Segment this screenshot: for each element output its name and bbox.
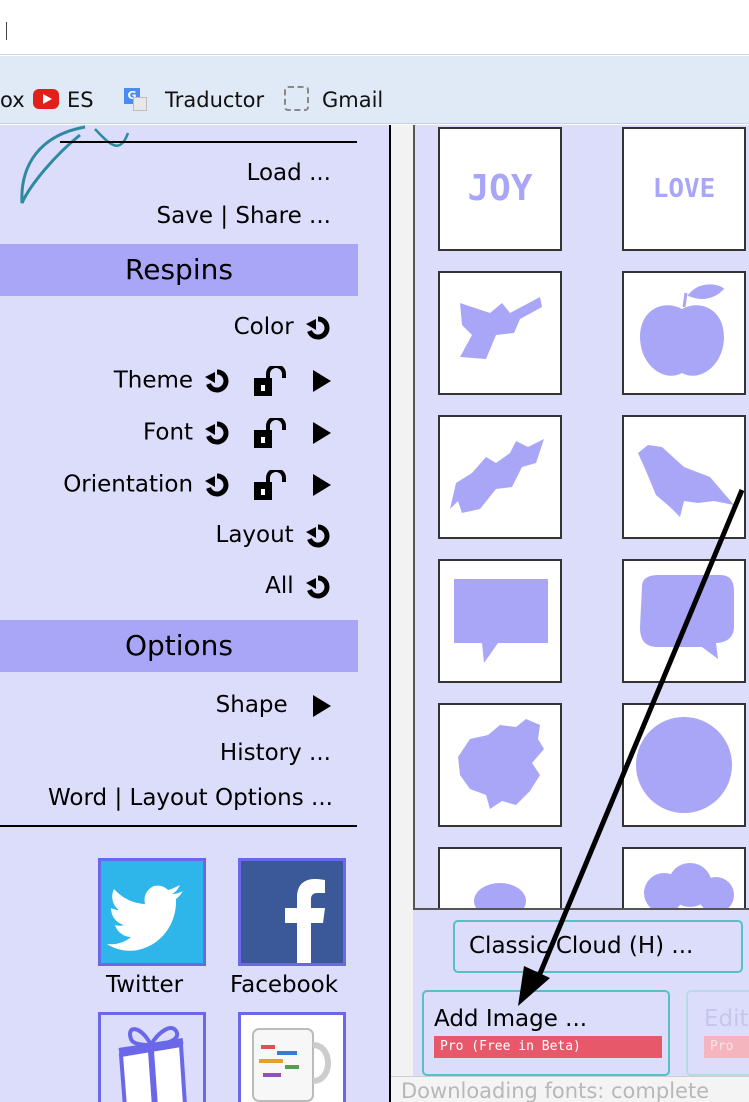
circle-shape-icon <box>636 717 732 813</box>
shapes-gallery: JOY LOVE <box>413 125 749 910</box>
text-cursor <box>6 22 7 40</box>
cloud-shape-icon <box>644 863 734 908</box>
facebook-button[interactable] <box>238 858 346 966</box>
shape-tile-love[interactable]: LOVE <box>622 127 746 251</box>
respin-font-label: Font <box>142 419 194 446</box>
mug-icon <box>252 1028 331 1102</box>
mug-button[interactable] <box>238 1012 346 1102</box>
google-translate-icon[interactable]: G <box>124 88 148 112</box>
respins-header: Respins <box>0 244 358 296</box>
shape-tile-bat[interactable] <box>438 415 562 539</box>
respin-icon[interactable] <box>305 523 331 549</box>
respin-orientation[interactable]: Orientation <box>63 470 331 500</box>
shape-tile-china-map[interactable] <box>438 703 562 827</box>
shape-tile-angel[interactable] <box>438 271 562 395</box>
respin-font[interactable]: Font <box>143 418 331 448</box>
shape-tile-cloud-small[interactable] <box>438 847 562 908</box>
shape-tile-thought-bubble[interactable] <box>622 559 746 683</box>
shape-option-label: Shape <box>215 692 288 718</box>
shape-tile-apple[interactable] <box>622 271 746 395</box>
twitter-label: Twitter <box>106 972 184 998</box>
shape-love-text: LOVE <box>652 174 716 204</box>
shape-tile-cloud[interactable] <box>622 847 746 908</box>
shape-tile-joy[interactable]: JOY <box>438 127 562 251</box>
facebook-f-icon <box>285 879 325 963</box>
respin-icon[interactable] <box>305 315 331 341</box>
shape-joy-text: JOY <box>467 168 533 209</box>
logo-swash <box>20 125 130 204</box>
respin-icon[interactable] <box>204 472 230 498</box>
respin-theme-label: Theme <box>113 367 194 394</box>
respin-all[interactable]: All <box>265 573 331 600</box>
respin-icon[interactable] <box>204 420 230 446</box>
shape-option[interactable]: Shape <box>216 692 331 718</box>
load-link[interactable]: Load ... <box>247 160 331 186</box>
bookmark-partial[interactable]: ox <box>0 88 25 112</box>
expand-arrow-icon[interactable] <box>313 694 331 717</box>
classic-cloud-button[interactable]: Classic Cloud (H) ... <box>453 920 743 973</box>
shape-tile-speech-bubble[interactable] <box>438 559 562 683</box>
dashed-placeholder-icon[interactable] <box>284 86 309 111</box>
bird-shape-icon <box>638 445 734 517</box>
respin-color-label: Color <box>233 314 294 340</box>
address-bar[interactable] <box>0 0 749 55</box>
shape-tile-bird[interactable] <box>622 415 746 539</box>
word-layout-options-link[interactable]: Word | Layout Options ... <box>48 785 333 811</box>
expand-arrow-icon[interactable] <box>313 370 331 392</box>
edit-label: Edit <box>704 1006 749 1032</box>
angel-shape-icon <box>460 297 542 359</box>
respin-color[interactable]: Color <box>234 314 331 341</box>
status-bar: Downloading fonts: complete <box>391 1076 749 1102</box>
pro-badge: Pro (Free in Beta) <box>434 1036 662 1058</box>
bookmark-traductor[interactable]: Traductor <box>165 88 264 112</box>
unlock-icon[interactable] <box>253 366 288 396</box>
twitter-bird-icon <box>107 885 183 951</box>
bat-shape-icon <box>450 439 544 513</box>
respin-layout-label: Layout <box>215 522 294 548</box>
add-image-button[interactable]: Add Image ... Pro (Free in Beta) <box>422 990 670 1076</box>
facebook-label: Facebook <box>230 972 339 998</box>
respin-icon[interactable] <box>204 368 230 394</box>
rounded-bubble-icon <box>640 575 734 659</box>
respin-theme[interactable]: Theme <box>114 366 331 396</box>
history-link[interactable]: History ... <box>220 740 331 766</box>
speech-bubble-icon <box>454 579 548 663</box>
expand-arrow-icon[interactable] <box>313 474 331 496</box>
edit-pro-badge: Pro <box>704 1036 749 1058</box>
bottom-divider <box>0 825 357 827</box>
youtube-icon[interactable] <box>33 89 59 109</box>
options-header: Options <box>0 620 358 672</box>
respin-orientation-label: Orientation <box>63 471 194 498</box>
gift-box-icon <box>118 1026 187 1102</box>
china-map-icon <box>458 719 544 809</box>
top-divider <box>60 141 357 143</box>
unlock-icon[interactable] <box>253 470 288 500</box>
edit-button[interactable]: Edit Pro <box>686 990 749 1076</box>
shape-tile-circle[interactable] <box>622 703 746 827</box>
expand-arrow-icon[interactable] <box>313 422 331 444</box>
respin-all-label: All <box>265 573 294 599</box>
respin-layout[interactable]: Layout <box>216 522 332 549</box>
bookmark-gmail[interactable]: Gmail <box>322 88 383 112</box>
gift-button[interactable] <box>98 1012 206 1102</box>
add-image-label: Add Image ... <box>434 1006 588 1032</box>
apple-shape-icon <box>640 284 725 376</box>
unlock-icon[interactable] <box>253 418 288 448</box>
cloud-shape-icon <box>474 883 526 908</box>
respin-icon[interactable] <box>305 574 331 600</box>
bookmark-es[interactable]: ES <box>67 88 94 112</box>
save-share-link[interactable]: Save | Share ... <box>157 203 331 229</box>
twitter-button[interactable] <box>98 858 206 966</box>
